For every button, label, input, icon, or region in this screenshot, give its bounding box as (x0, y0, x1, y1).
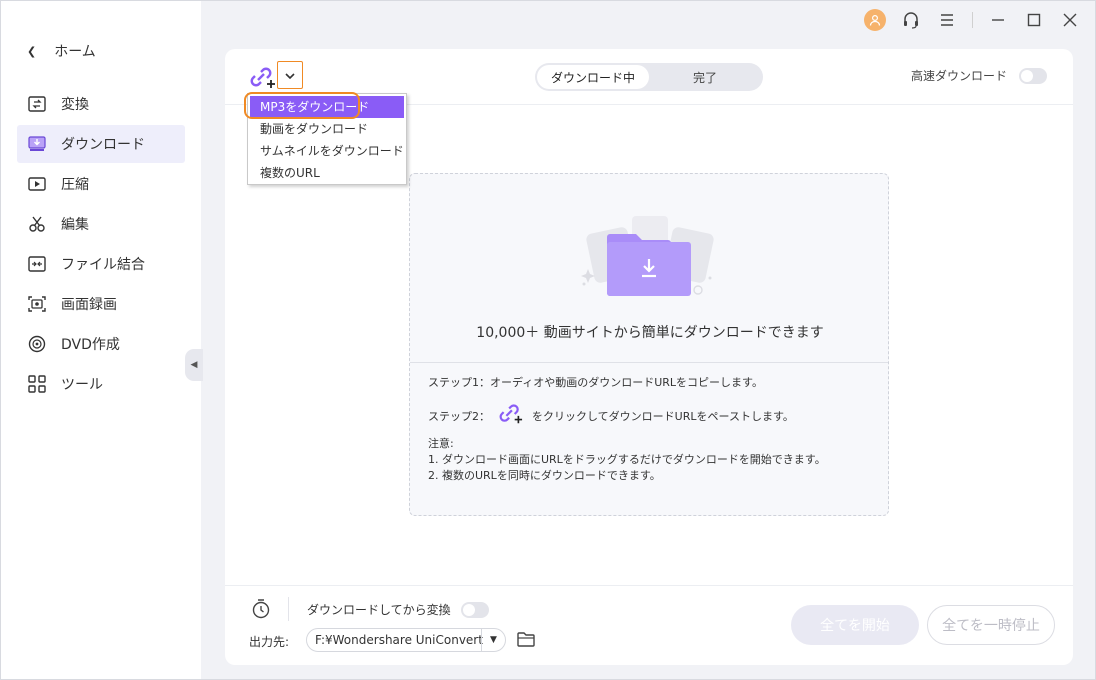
user-icon[interactable] (864, 9, 886, 31)
pause-all-button[interactable]: 全てを一時停止 (927, 605, 1055, 645)
note-line-1: 1. ダウンロード画面にURLをドラッグするだけでダウンロードを開始できます。 (428, 453, 826, 466)
add-url-icon (498, 402, 524, 429)
sidebar-item-label: ファイル結合 (61, 257, 145, 273)
sidebar-item-download[interactable]: ダウンロード (17, 125, 185, 163)
dvd-icon (27, 334, 47, 354)
chevron-down-icon: ▼ (481, 629, 505, 651)
step2-prefix: ステップ2： (428, 409, 490, 423)
chevron-left-icon: ◀ (190, 360, 198, 370)
high-speed-download: 高速ダウンロード (911, 67, 1047, 84)
add-url-dropdown-button[interactable] (277, 61, 303, 89)
minimize-icon[interactable] (987, 9, 1009, 31)
step2-suffix: をクリックしてダウンロードURLをペーストします。 (532, 409, 794, 423)
start-all-button[interactable]: 全てを開始 (791, 605, 919, 645)
tools-icon (27, 374, 47, 394)
sidebar-item-merge[interactable]: ファイル結合 (17, 245, 185, 283)
sidebar-item-label: 圧縮 (61, 177, 89, 193)
menu-item-download-video[interactable]: 動画をダウンロード (250, 118, 404, 140)
tab-downloading[interactable]: ダウンロード中 (537, 65, 649, 89)
sidebar-collapse-button[interactable]: ◀ (185, 349, 203, 381)
screen-record-icon (27, 294, 47, 314)
convert-after-toggle[interactable] (460, 601, 489, 618)
compress-icon (27, 174, 47, 194)
dropzone-caption: 10,000＋ 動画サイトから簡単にダウンロードできます (476, 325, 824, 341)
high-speed-label: 高速ダウンロード (910, 69, 1007, 83)
dropzone-divider (410, 362, 888, 363)
output-path-select[interactable]: F:¥Wondershare UniConverter 1 ▼ (306, 628, 506, 652)
sidebar-item-dvd[interactable]: DVD作成 (17, 325, 185, 363)
chevron-left-icon: ❮ (27, 44, 37, 58)
tab-completed[interactable]: 完了 (649, 65, 761, 89)
timer-icon[interactable] (251, 599, 271, 619)
bottom-vertical-divider (288, 597, 289, 621)
maximize-icon[interactable] (1023, 9, 1045, 31)
add-url-button[interactable] (249, 65, 277, 91)
title-bar (864, 9, 1081, 31)
sidebar-item-edit[interactable]: 編集 (17, 205, 185, 243)
sidebar-item-label: 画面録画 (61, 297, 117, 313)
menu-icon[interactable] (936, 9, 958, 31)
close-icon[interactable] (1059, 9, 1081, 31)
output-label: 出力先: (249, 635, 290, 649)
chevron-down-icon (285, 68, 295, 83)
high-speed-toggle[interactable] (1019, 67, 1047, 84)
folder-download-illustration (580, 212, 720, 302)
convert-after-download: ダウンロードしてから変換 (307, 601, 489, 618)
merge-icon (27, 254, 47, 274)
sidebar-item-label: DVD作成 (61, 337, 120, 353)
sidebar-item-label: ツール (61, 377, 103, 393)
home-nav[interactable]: ❮ ホーム (27, 41, 96, 61)
download-status-tabs: ダウンロード中 完了 (535, 63, 763, 91)
titlebar-divider (972, 12, 973, 28)
convert-after-label: ダウンロードしてから変換 (307, 603, 451, 617)
home-label: ホーム (54, 44, 96, 60)
sidebar-item-convert[interactable]: 変換 (17, 85, 185, 123)
note-line-2: 2. 複数のURLを同時にダウンロードできます。 (428, 469, 661, 482)
sidebar-item-label: ダウンロード (61, 137, 145, 153)
menu-item-multiple-urls[interactable]: 複数のURL (250, 162, 404, 184)
convert-icon (27, 94, 47, 114)
folder-icon[interactable] (517, 631, 535, 647)
app-window: ❮ ホーム 変換 ダウンロード 圧縮 編集 ファイル結合 画面録画 DVD作成 … (0, 0, 1096, 680)
step1-text: ステップ1：オーディオや動画のダウンロードURLをコピーします。 (428, 376, 763, 389)
note-title: 注意: (428, 437, 454, 450)
highlight-frame (244, 92, 360, 119)
sidebar-item-screen-record[interactable]: 画面録画 (17, 285, 185, 323)
sidebar-item-label: 変換 (61, 97, 89, 113)
bottom-divider (225, 585, 1073, 586)
step2-row: ステップ2： をクリックしてダウンロードURLをペーストします。 (428, 402, 794, 429)
drop-zone[interactable]: 10,000＋ 動画サイトから簡単にダウンロードできます ステップ1：オーディオ… (409, 173, 889, 516)
menu-item-download-thumbnail[interactable]: サムネイルをダウンロード (250, 140, 404, 162)
scissors-icon (27, 214, 47, 234)
download-icon (27, 134, 47, 154)
headset-icon[interactable] (900, 9, 922, 31)
dropzone-notes: 注意: 1. ダウンロード画面にURLをドラッグするだけでダウンロードを開始でき… (428, 436, 826, 484)
sidebar-item-tools[interactable]: ツール (17, 365, 185, 403)
output-path-value: F:¥Wondershare UniConverter 1 (315, 633, 483, 647)
sidebar-item-label: 編集 (61, 217, 89, 233)
sidebar: ❮ ホーム 変換 ダウンロード 圧縮 編集 ファイル結合 画面録画 DVD作成 … (1, 1, 201, 679)
sidebar-item-compress[interactable]: 圧縮 (17, 165, 185, 203)
